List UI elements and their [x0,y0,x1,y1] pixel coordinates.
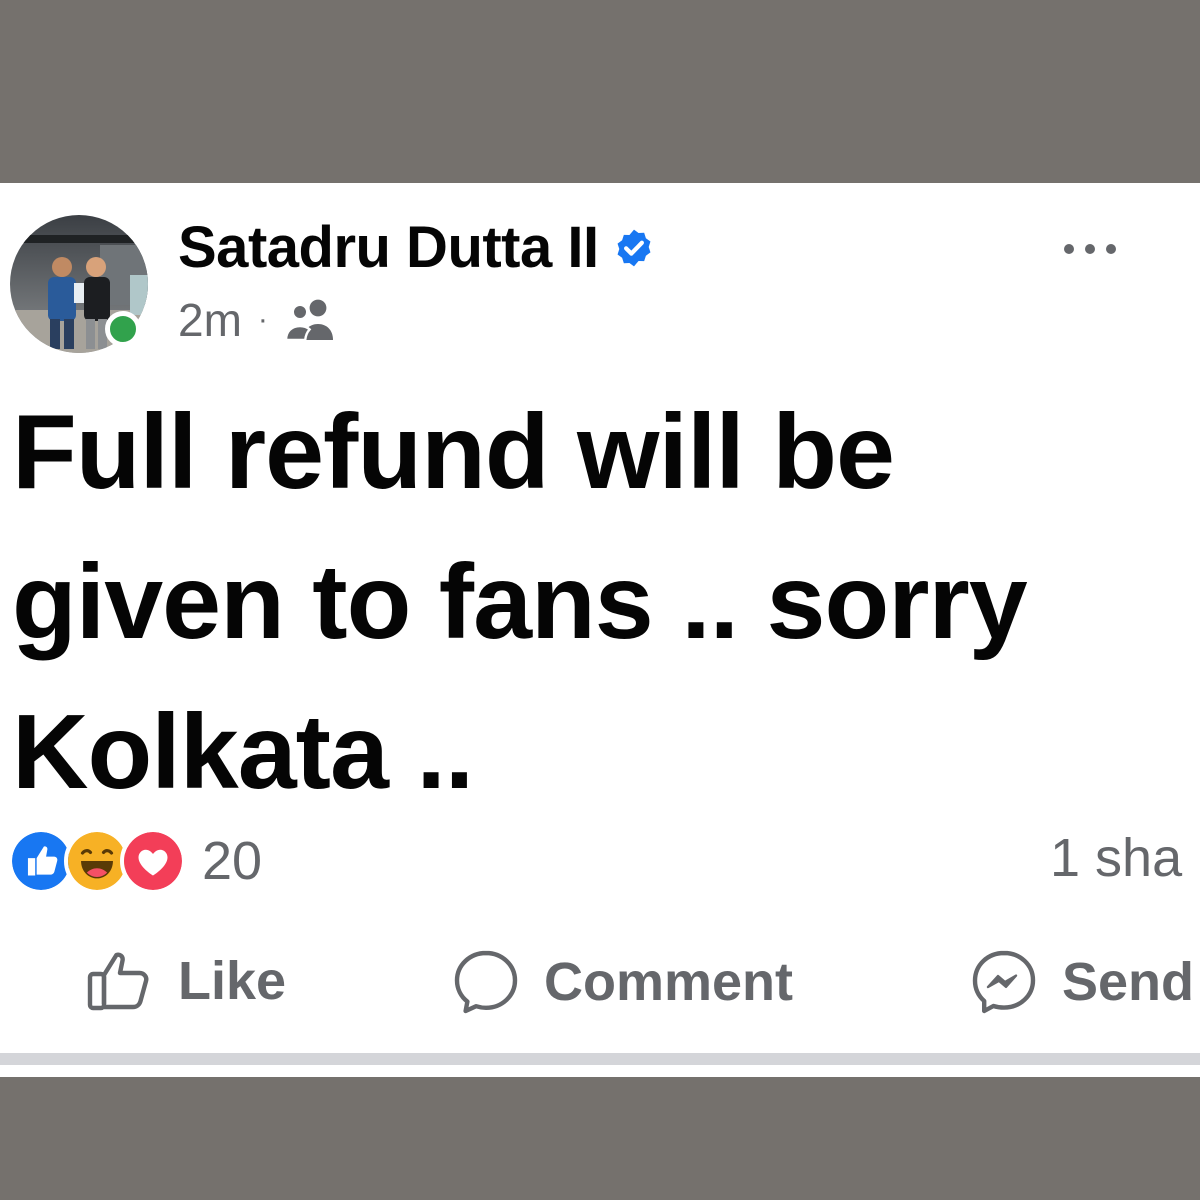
like-label: Like [178,951,287,1011]
post-body-text: Full refund will be given to fans .. sor… [12,377,1200,827]
facebook-post-card: Satadru Dutta II 2m · Full refund will b… [0,183,1200,1053]
post-text-line: Full refund will be [12,393,895,511]
more-options-icon[interactable] [1060,239,1120,259]
thumbs-up-icon [87,952,149,1011]
like-button[interactable]: Like [86,948,286,1014]
verified-badge-icon [617,229,651,267]
meta-separator: · [257,303,268,336]
post-text-line: Kolkata .. [12,693,474,811]
comment-label: Comment [544,952,794,1012]
post-timestamp[interactable]: 2m [178,297,242,343]
send-label: Send [1062,952,1195,1012]
love-reaction-icon [120,828,186,894]
friends-icon[interactable] [284,296,340,344]
share-count[interactable]: 1 sha [1050,831,1182,885]
top-background-band [0,0,1200,183]
author-row: Satadru Dutta II [178,219,655,277]
author-name[interactable]: Satadru Dutta II [178,219,599,277]
bottom-background-band [0,1077,1200,1200]
comment-button[interactable]: Comment [452,948,793,1016]
screenshot-frame: Satadru Dutta II 2m · Full refund will b… [0,0,1200,1200]
send-button[interactable]: Send [970,948,1194,1016]
reactions-summary[interactable]: 20 [8,828,262,894]
messenger-icon [972,950,1036,1014]
post-meta: 2m · [178,296,340,344]
card-divider-gap [0,1065,1200,1077]
comment-bubble-icon [454,950,518,1014]
post-text-line: given to fans .. sorry [12,543,1028,661]
reaction-count[interactable]: 20 [202,834,262,888]
online-status-dot [105,311,141,347]
card-divider [0,1053,1200,1065]
